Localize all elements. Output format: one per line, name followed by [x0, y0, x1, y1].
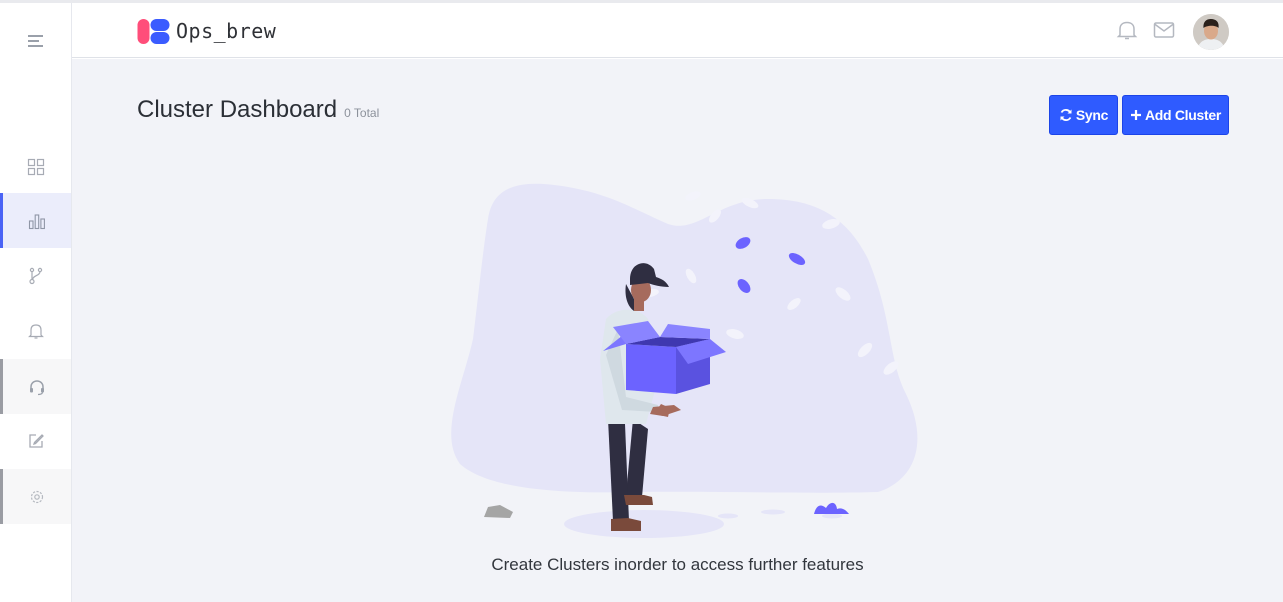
sidebar-item-support[interactable] — [0, 359, 71, 414]
sidebar-item-dashboard[interactable] — [0, 139, 71, 194]
headset-icon — [30, 379, 44, 395]
git-branch-icon — [28, 267, 42, 284]
avatar-image — [1193, 14, 1229, 50]
add-cluster-label: Add Cluster — [1144, 107, 1222, 123]
messages-button[interactable] — [1153, 20, 1175, 45]
app-logo[interactable]: Ops_brew — [137, 17, 276, 45]
sidebar-item-settings[interactable] — [0, 469, 71, 524]
bell-icon — [1116, 21, 1138, 40]
sync-label: Sync — [1075, 107, 1109, 123]
sidebar-item-edit[interactable] — [0, 413, 71, 468]
page-title: Cluster Dashboard — [137, 96, 338, 123]
user-avatar[interactable] — [1193, 14, 1229, 50]
add-cluster-button[interactable]: Add Cluster — [1122, 95, 1229, 135]
edit-icon — [28, 433, 44, 448]
sidebar-item-alerts[interactable] — [0, 303, 71, 358]
brand-name: Ops_brew — [176, 19, 277, 43]
sidebar — [0, 3, 72, 602]
bell-icon — [27, 323, 44, 339]
top-header: Ops_brew — [72, 3, 1283, 58]
mail-icon — [1153, 22, 1175, 38]
empty-state-message: Create Clusters inorder to access furthe… — [491, 555, 864, 574]
empty-state-illustration — [451, 183, 918, 538]
grid-icon — [27, 158, 44, 175]
refresh-icon — [1059, 108, 1073, 122]
bar-chart-icon — [28, 213, 45, 229]
notifications-button[interactable] — [1116, 19, 1138, 46]
sync-button[interactable]: Sync — [1049, 95, 1118, 135]
sidebar-item-clusters[interactable] — [0, 193, 71, 248]
menu-icon — [27, 34, 43, 47]
gear-icon — [30, 490, 44, 503]
sidebar-item-git[interactable] — [0, 248, 71, 303]
main-content: Cluster Dashboard 0 Total Sync Add Clust… — [72, 59, 1283, 602]
plus-icon — [1130, 109, 1142, 121]
sidebar-menu-toggle[interactable] — [0, 13, 71, 68]
page-header: Cluster Dashboard 0 Total — [137, 96, 379, 124]
logo-mark-icon — [137, 19, 170, 44]
total-count: 0 Total — [344, 106, 380, 120]
